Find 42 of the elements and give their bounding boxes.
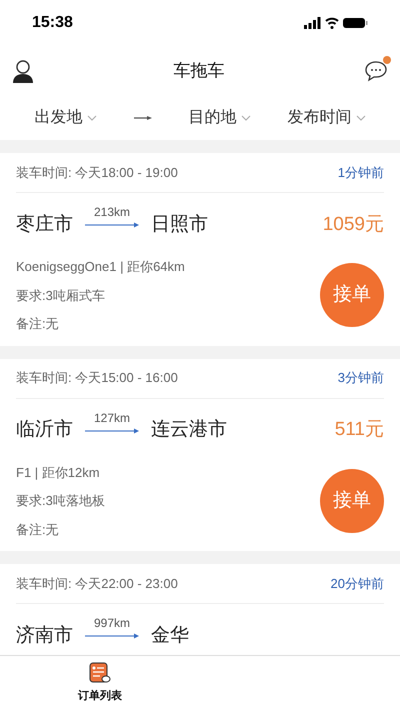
origin-city: 济南市 [16,624,73,648]
route-arrow-icon [85,633,139,639]
arrow-right-icon [134,116,152,120]
shipper-info: KoenigseggOne1 | 距你64km [16,258,185,276]
price: 1059元 [322,212,384,237]
chevron-down-icon [356,115,366,121]
note: 备注:无 [16,520,60,538]
requirement: 要求:3吨落地板 [16,492,105,510]
posted-time: 20分钟前 [330,574,384,593]
order-card[interactable]: 装车时间: 今天18:00 - 19:00 1分钟前 枣庄市 213km 日照市 1059元 KoenigseggOne1 | 距你64km 要求:3吨厢式车 备注:无 接单 [0,153,400,346]
note: 备注:无 [16,315,60,333]
shipper-info: F1 | 距你12km [16,464,101,482]
filter-dropdown[interactable]: 发布时间 [288,106,366,130]
status-time: 15:38 [32,13,73,33]
order-card[interactable]: 装车时间: 今天22:00 - 23:00 20分钟前 济南市 997km 金华 [0,564,400,655]
route-distance: 127km [94,412,130,424]
origin-city: 枣庄市 [16,212,73,237]
price: 511元 [334,418,384,442]
route-distance: 213km [94,206,130,218]
load-time: 装车时间: 今天18:00 - 19:00 [16,164,178,182]
destination-city: 金华 [151,624,189,648]
load-time: 装车时间: 今天15:00 - 16:00 [16,369,178,388]
order-list-icon [89,662,111,684]
load-time: 装车时间: 今天22:00 - 23:00 [16,574,178,593]
origin-city: 临沂市 [16,418,73,442]
posted-time: 1分钟前 [338,164,384,182]
filter-dropdown[interactable]: 出发地 [34,106,96,130]
route-distance: 997km [94,617,130,629]
requirement: 要求:3吨厢式车 [16,286,106,304]
user-icon[interactable] [12,59,34,83]
posted-time: 3分钟前 [338,369,384,388]
chevron-down-icon [86,115,96,121]
filter-dropdown[interactable]: 目的地 [188,106,250,130]
route-arrow-icon [85,428,139,434]
order-card[interactable]: 装车时间: 今天15:00 - 16:00 3分钟前 临沂市 127km 连云港市 511元 F1 | 距你12km 要求:3吨落地板 备注:无 接单 [0,358,400,551]
status-icons-drawing [304,16,368,30]
chevron-down-icon [240,115,250,121]
chat-icon[interactable] [364,60,388,82]
route-arrow-icon [85,222,139,228]
destination-city: 日照市 [151,212,208,237]
page-title: 车拖车 [174,60,224,82]
destination-city: 连云港市 [151,418,227,442]
